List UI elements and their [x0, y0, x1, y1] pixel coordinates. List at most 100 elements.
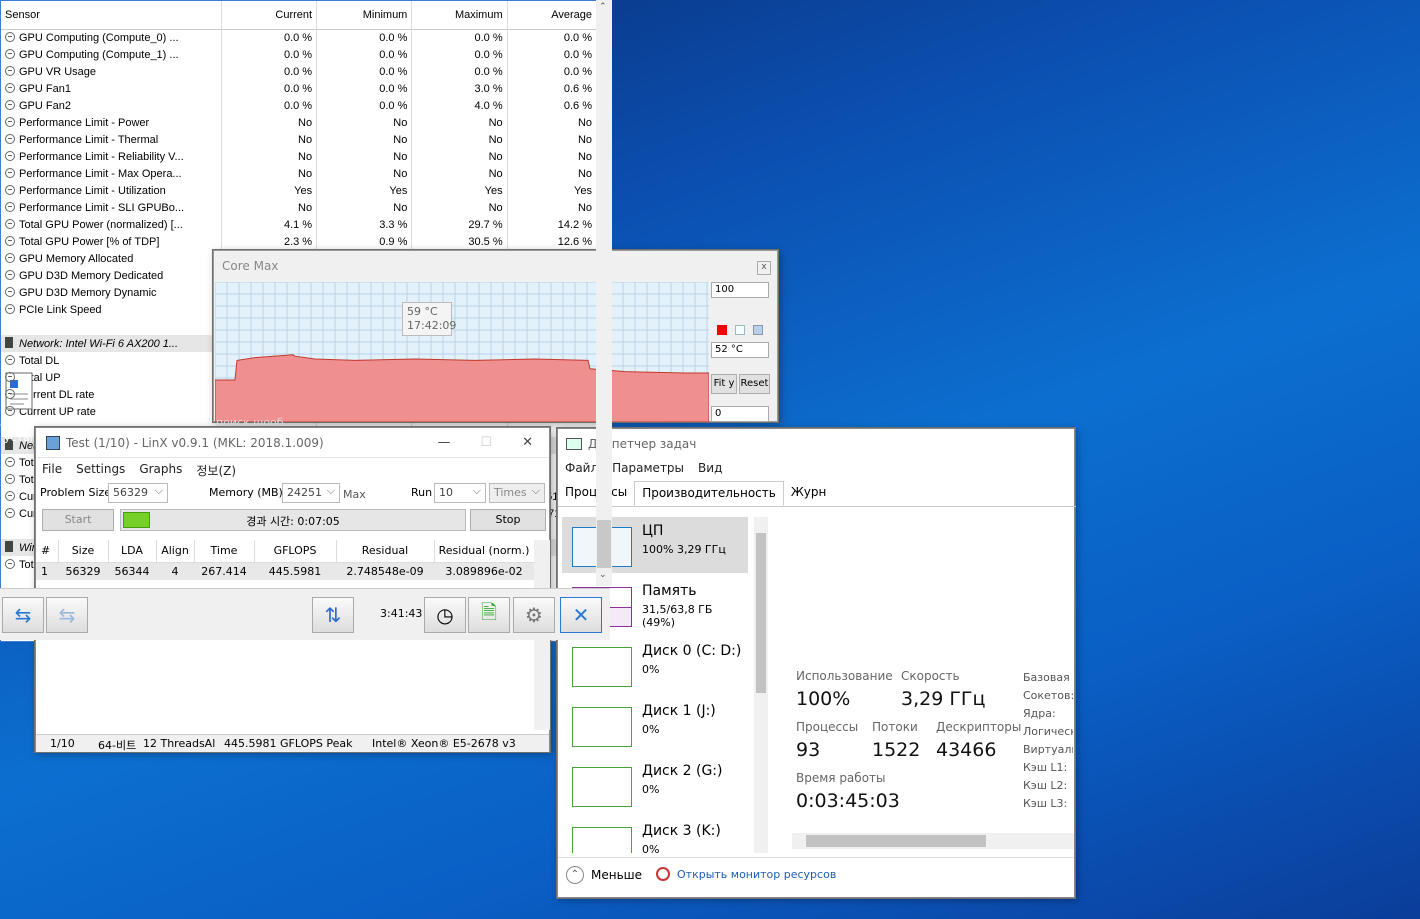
sensor-icon: [5, 558, 15, 569]
column-header[interactable]: Size: [58, 540, 109, 563]
sensor-value: 0.0 %: [507, 29, 598, 46]
perf-item[interactable]: Диск 3 (K:) 0%: [562, 817, 748, 853]
clock-icon[interactable]: ◷: [424, 597, 466, 633]
perf-item-name: Диск 0 (C: D:): [642, 643, 742, 659]
memory-combo[interactable]: 24251: [282, 483, 340, 503]
horizontal-scrollbar[interactable]: [792, 833, 1074, 849]
sensor-value: 0.0 %: [316, 29, 413, 46]
sensor-name: GPU D3D Memory Dynamic: [1, 284, 222, 301]
problem-size-combo[interactable]: 56329: [108, 483, 168, 503]
settings-gear-icon[interactable]: ⚙: [513, 597, 555, 633]
sensor-value: 0.6 %: [507, 80, 598, 97]
column-header[interactable]: Residual: [336, 540, 435, 563]
perf-item[interactable]: Диск 2 (G:) 0%: [562, 757, 748, 813]
color-swatch-light[interactable]: [735, 325, 745, 335]
sensor-value: 0.0 %: [411, 46, 508, 63]
menu-item[interactable]: Вид: [698, 461, 722, 475]
menu-item[interactable]: File: [42, 462, 62, 479]
reset-button[interactable]: Reset: [739, 374, 770, 394]
sensor-row[interactable]: Performance Limit - Reliability V... No No…: [1, 148, 598, 165]
fit-y-button[interactable]: Fit y: [711, 374, 737, 394]
sensor-icon: [5, 150, 15, 161]
color-swatch-blue[interactable]: [753, 325, 763, 335]
sensor-row[interactable]: GPU Fan2 0.0 % 0.0 % 4.0 % 0.6 %: [1, 97, 598, 114]
color-swatch-red[interactable]: [717, 325, 727, 335]
expand-arrows-icon[interactable]: ⇆: [2, 597, 44, 633]
column-header[interactable]: Time: [194, 540, 255, 563]
run-count-combo[interactable]: 10: [434, 483, 486, 503]
sensor-row[interactable]: Performance Limit - Max Opera... No No No No: [1, 165, 598, 182]
header-row: # Size LDA Align Time GFLOPS Residual Residual …: [36, 540, 535, 563]
column-header[interactable]: Average: [507, 1, 598, 30]
sensor-row[interactable]: Performance Limit - SLI GPUBo... No No No No: [1, 199, 598, 216]
sensor-row[interactable]: Total GPU Power [% of TDP] 2.3 % 0.9 % 30.5…: [1, 233, 598, 250]
tab[interactable]: Производительность: [634, 481, 784, 506]
minimize-icon[interactable]: —: [437, 435, 450, 450]
table-row[interactable]: 1 56329 56344 4 267.414 445.5981 2.748548e-09 3…: [36, 562, 534, 580]
table-cell: 2.748548e-09: [346, 564, 424, 578]
times-combo[interactable]: Times: [489, 483, 545, 503]
column-header[interactable]: Residual (norm.): [434, 540, 535, 563]
sensor-value: 0.0 %: [316, 63, 413, 80]
y-min-field[interactable]: 0: [711, 406, 769, 422]
graph-tooltip: 59 °C 17:42:09: [402, 302, 456, 336]
memory-label: Memory (MB):: [209, 486, 287, 499]
less-button[interactable]: Меньше: [591, 868, 642, 882]
collapse-icon[interactable]: ⌃: [566, 866, 584, 884]
close-icon[interactable]: x: [757, 261, 771, 275]
network-icon[interactable]: ⇅: [312, 597, 354, 633]
stop-button[interactable]: Stop: [470, 509, 546, 531]
elapsed-clock: 3:41:43: [380, 607, 423, 620]
perf-item[interactable]: Диск 1 (J:) 0%: [562, 697, 748, 753]
sensor-row[interactable]: Total GPU Power (normalized) [... 4.1 % 3.…: [1, 216, 598, 233]
column-header[interactable]: Sensor: [1, 1, 222, 30]
sensor-value: No: [221, 199, 318, 216]
sensor-name: GPU Computing (Compute_0) ...: [1, 29, 222, 46]
sensor-row[interactable]: Performance Limit - Power No No No No: [1, 114, 598, 131]
menu-item[interactable]: Параметры: [612, 461, 684, 475]
cpu-info-label: Ядра:: [1023, 707, 1056, 720]
tab[interactable]: Журн: [784, 481, 834, 506]
sensor-icon: [5, 473, 15, 484]
collapse-arrows-icon[interactable]: ⇆: [46, 597, 88, 633]
perf-item[interactable]: Диск 0 (C: D:) 0%: [562, 637, 748, 693]
column-header[interactable]: #: [36, 540, 59, 563]
sensor-name: GPU Fan2: [1, 97, 222, 114]
add-report-icon[interactable]: 🗎: [468, 597, 510, 633]
close-icon[interactable]: ✕: [560, 597, 602, 633]
column-header[interactable]: Maximum: [411, 1, 508, 30]
sensor-scrollbar[interactable]: ⌃ ⌄: [596, 0, 612, 586]
maximize-icon[interactable]: ☐: [480, 435, 492, 450]
table-cell: 4: [171, 564, 179, 578]
sensor-icon: [5, 31, 15, 42]
menu-item[interactable]: Graphs: [139, 462, 182, 479]
sensor-row[interactable]: Performance Limit - Utilization Yes Yes Yes…: [1, 182, 598, 199]
column-header[interactable]: GFLOPS: [254, 540, 337, 563]
column-header[interactable]: Current: [221, 1, 318, 30]
sensor-row[interactable]: GPU Computing (Compute_1) ... 0.0 % 0.0 % 0…: [1, 46, 598, 63]
sensor-row[interactable]: GPU Fan1 0.0 % 0.0 % 3.0 % 0.6 %: [1, 80, 598, 97]
sensor-row[interactable]: GPU Computing (Compute_0) ... 0.0 % 0.0 % 0…: [1, 29, 598, 46]
column-header[interactable]: Minimum: [316, 1, 413, 30]
sensor-name: GPU D3D Memory Dedicated: [1, 267, 222, 284]
sensor-row[interactable]: GPU VR Usage 0.0 % 0.0 % 0.0 % 0.0 %: [1, 63, 598, 80]
threads-value: 1522: [872, 739, 921, 761]
sensor-name: GPU Fan1: [1, 80, 222, 97]
group-name: Network: Intel Wi-Fi 6 AX200 1...: [1, 335, 222, 352]
resource-monitor-link[interactable]: Открыть монитор ресурсов: [677, 868, 836, 881]
perf-list-scrollbar[interactable]: [754, 517, 768, 853]
perf-item[interactable]: ЦП 100% 3,29 ГГц: [562, 517, 748, 573]
sensor-value: 0.0 %: [221, 29, 318, 46]
menu-item[interactable]: Файл: [565, 461, 598, 475]
menu-item[interactable]: 정보(Z): [196, 462, 236, 479]
menu-item[interactable]: Settings: [76, 462, 125, 479]
sensor-row[interactable]: Performance Limit - Thermal No No No No: [1, 131, 598, 148]
close-icon[interactable]: ✕: [522, 435, 533, 450]
sensor-toolbar: ⇆ ⇆ ⇅ 3:41:43 ◷ 🗎 ⚙ ✕: [0, 588, 610, 640]
column-header[interactable]: Align: [156, 540, 195, 563]
status-field: Intel® Xeon® E5-2678 v3: [372, 737, 516, 750]
column-header[interactable]: LDA: [108, 540, 157, 563]
start-button[interactable]: Start: [42, 509, 114, 531]
y-max-field[interactable]: 100: [711, 282, 769, 298]
sensor-value: 0.0 %: [221, 63, 318, 80]
